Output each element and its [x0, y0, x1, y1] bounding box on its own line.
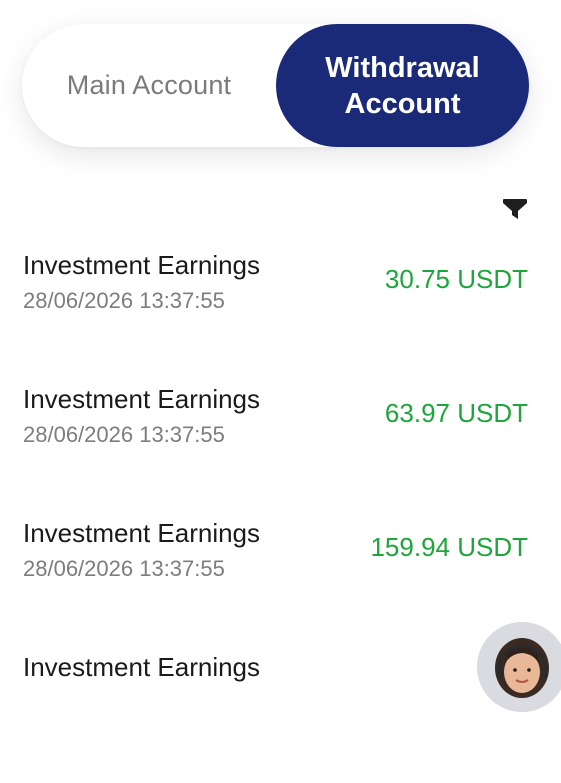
transaction-time: 28/06/2026 13:37:55 [23, 288, 225, 313]
list-item[interactable]: Investment Earnings 28/06/2026 13:37:55 … [0, 515, 561, 649]
filter-button[interactable] [500, 197, 530, 223]
filter-icon [503, 199, 527, 219]
tab-withdrawal-account[interactable]: Withdrawal Account [276, 24, 529, 147]
transaction-title: Investment Earnings [23, 652, 261, 682]
transaction-time: 28/06/2026 13:37:55 [23, 556, 225, 581]
support-agent-avatar [477, 622, 561, 712]
account-tab-switch: Main Account Withdrawal Account [22, 24, 529, 147]
support-chat-button[interactable] [477, 622, 561, 712]
transaction-title: Investment Earnings [23, 384, 261, 414]
list-item[interactable]: Investment Earnings 28/06/2026 13:37:55 … [0, 381, 561, 515]
list-item[interactable]: Investment Earnings 28/06/2026 13:37:55 … [0, 247, 561, 381]
tab-main-account[interactable]: Main Account [22, 24, 276, 147]
transaction-title: Investment Earnings [23, 250, 261, 280]
transaction-amount: 63.97 USDT [384, 398, 528, 428]
transaction-list: Investment Earnings 28/06/2026 13:37:55 … [0, 247, 561, 783]
transaction-time: 28/06/2026 13:37:55 [23, 422, 225, 447]
transaction-title: Investment Earnings [23, 518, 261, 548]
transaction-amount: 159.94 USDT [370, 532, 528, 562]
transaction-amount: 30.75 USDT [384, 264, 528, 294]
